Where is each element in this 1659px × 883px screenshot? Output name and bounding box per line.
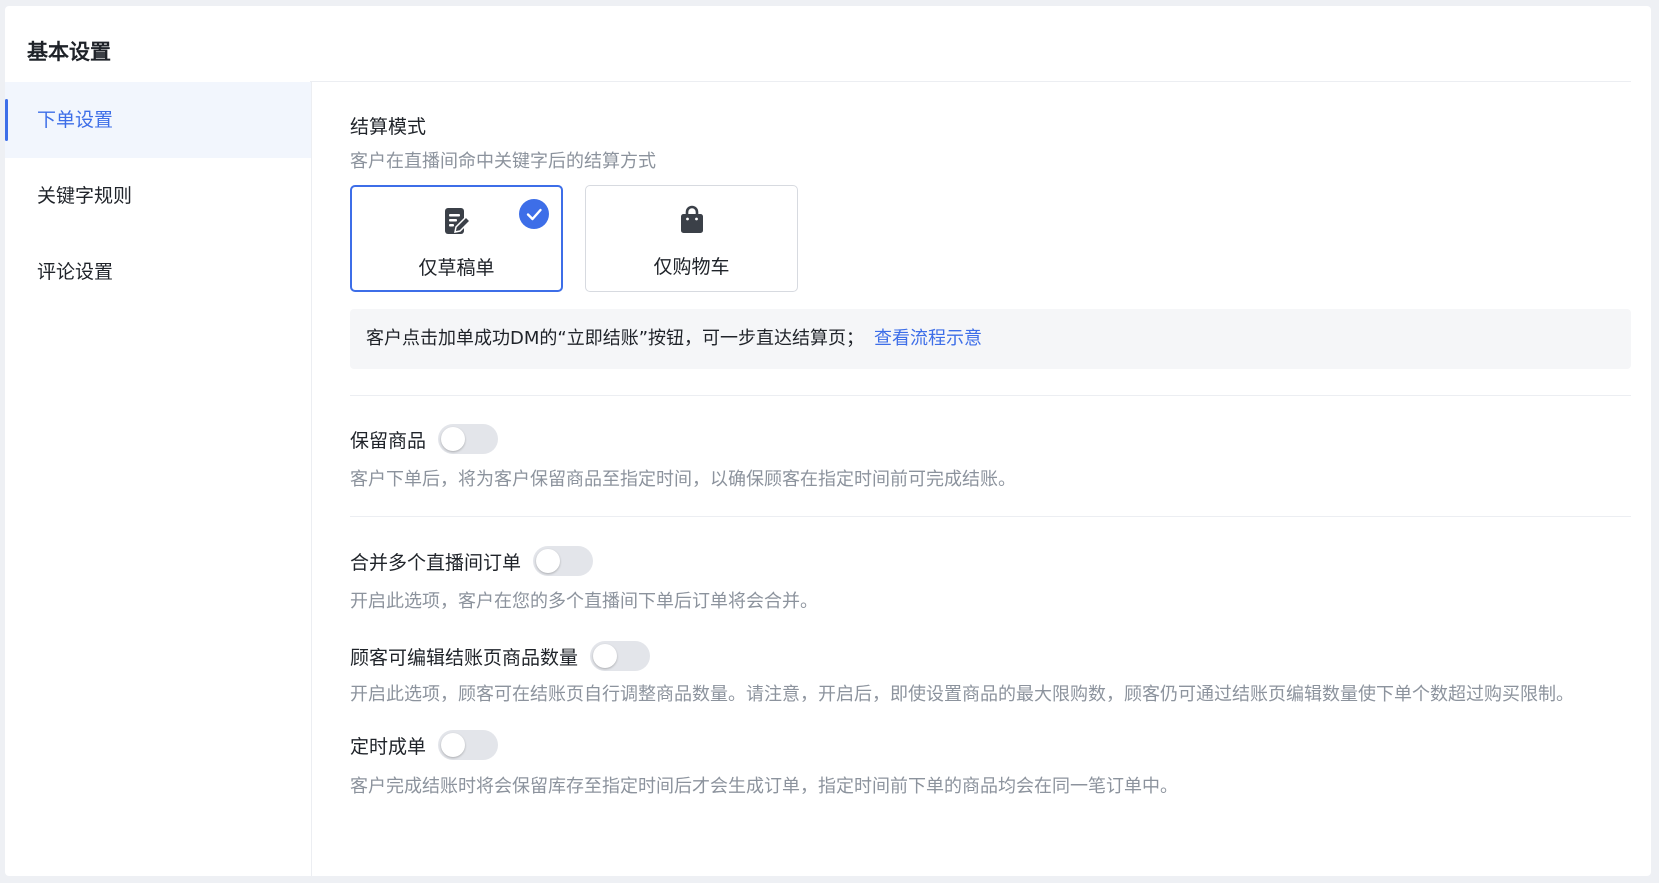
view-flow-link[interactable]: 查看流程示意 <box>874 328 982 349</box>
checkout-info-box: 客户点击加单成功DM的“立即结账”按钮，可一步直达结算页； 查看流程示意 <box>350 309 1631 369</box>
reserve-products-toggle[interactable] <box>438 424 499 454</box>
setting-description: 客户完成结账时将会保留库存至指定时间后才会生成订单，指定时间前下单的商品均会在同… <box>350 776 1178 797</box>
sidebar-item-keyword-rules[interactable]: 关键字规则 <box>5 158 311 234</box>
main-content: 结算模式 客户在直播间命中关键字后的结算方式 仅草稿单 仅购物车 客户点击加单成… <box>350 82 1631 798</box>
setting-scheduled-order: 定时成单 <box>350 730 1631 760</box>
mode-option-draft-only[interactable]: 仅草稿单 <box>350 185 563 292</box>
checkout-mode-options: 仅草稿单 仅购物车 <box>350 185 1631 292</box>
mode-option-label: 仅草稿单 <box>418 257 495 279</box>
edit-document-icon <box>444 208 471 234</box>
setting-label: 合并多个直播间订单 <box>350 551 522 574</box>
settings-card: 基本设置 下单设置 关键字规则 评论设置 结算模式 客户在直播间命中关键字后的结… <box>5 6 1651 876</box>
page-title: 基本设置 <box>27 40 111 64</box>
mode-option-label: 仅购物车 <box>653 256 730 278</box>
setting-edit-quantity: 顾客可编辑结账页商品数量 <box>350 641 1631 671</box>
setting-label: 顾客可编辑结账页商品数量 <box>350 646 579 669</box>
setting-label: 定时成单 <box>350 735 427 758</box>
mode-option-cart-only[interactable]: 仅购物车 <box>585 185 798 292</box>
sidebar-item-comment-settings[interactable]: 评论设置 <box>5 234 311 310</box>
checkout-mode-description: 客户在直播间命中关键字后的结算方式 <box>350 151 656 172</box>
setting-description: 开启此选项，客户在您的多个直播间下单后订单将会合并。 <box>350 591 818 612</box>
setting-description: 客户下单后，将为客户保留商品至指定时间，以确保顾客在指定时间前可完成结账。 <box>350 469 1016 490</box>
setting-reserve-products: 保留商品 <box>350 424 1631 454</box>
section-divider <box>350 395 1631 396</box>
merge-orders-toggle[interactable] <box>533 546 594 576</box>
scheduled-order-toggle[interactable] <box>438 730 499 760</box>
setting-merge-orders: 合并多个直播间订单 <box>350 546 1631 576</box>
setting-description: 开启此选项，顾客可在结账页自行调整商品数量。请注意，开启后，即使设置商品的最大限… <box>350 684 1574 705</box>
edit-quantity-toggle[interactable] <box>590 641 651 671</box>
section-divider <box>350 516 1631 517</box>
selected-check-icon <box>519 199 549 229</box>
checkout-info-text: 客户点击加单成功DM的“立即结账”按钮，可一步直达结算页； <box>366 328 865 349</box>
setting-label: 保留商品 <box>350 429 427 452</box>
sidebar-item-order-settings[interactable]: 下单设置 <box>5 82 311 158</box>
checkout-mode-title: 结算模式 <box>350 116 427 138</box>
shopping-bag-icon <box>680 205 703 233</box>
sidebar: 下单设置 关键字规则 评论设置 <box>5 82 312 876</box>
